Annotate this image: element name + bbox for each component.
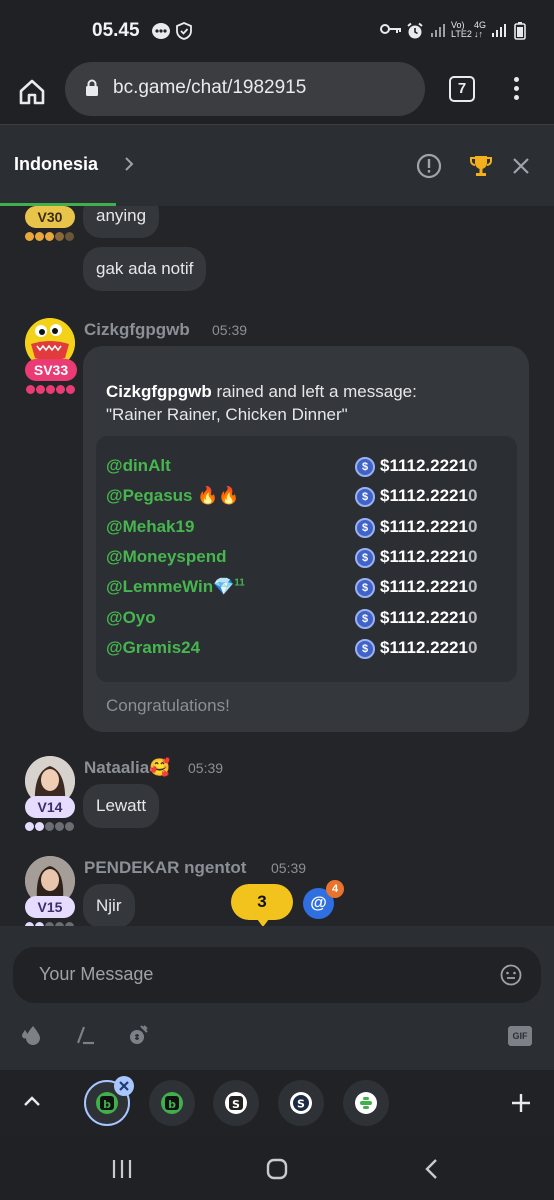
coin-icon: $ (355, 639, 375, 659)
rain-recipient-list: @dinAlt $ $1112.22210 @Pegasus 🔥🔥 $ $111… (96, 436, 517, 682)
rain-quote: "Rainer Rainer, Chicken Dinner" (106, 405, 348, 424)
status-time: 05.45 (92, 20, 140, 41)
tab-switcher-button[interactable]: 7 (449, 76, 475, 102)
coin-icon: $ (355, 457, 375, 477)
recipient-name[interactable]: @LemmeWin💎11 (106, 577, 245, 597)
recipient-name[interactable]: @Moneyspend (106, 547, 226, 567)
username[interactable]: Cizkgfgpgwb (84, 320, 190, 340)
list-item: @Gramis24 $ $1112.22210 (106, 638, 478, 659)
coin-icon: $ (355, 487, 375, 507)
chevron-right-icon[interactable] (123, 155, 135, 179)
trophy-icon[interactable] (468, 153, 494, 184)
room-icon[interactable]: S (278, 1080, 324, 1126)
room-icon[interactable] (343, 1080, 389, 1126)
unread-messages-badge[interactable]: 3 (231, 884, 293, 926)
list-item: @Moneyspend $ $1112.22210 (106, 547, 478, 568)
recipient-name[interactable]: @Oyo (106, 608, 156, 628)
lock-icon (85, 79, 99, 97)
signal-strength-icon (491, 22, 509, 43)
mention-count-badge: 4 (326, 880, 344, 898)
message-time: 05:39 (188, 760, 224, 776)
network-type-label: 4G ↓↑ (474, 20, 487, 39)
address-bar[interactable]: bc.game/chat/1982915 (65, 62, 425, 116)
message-bubble: Lewatt (83, 784, 160, 828)
vip-level-dots (25, 232, 74, 242)
chat-room-switcher: b b S S (0, 1070, 554, 1136)
rain-author[interactable]: Cizkgfgpgwb (106, 382, 212, 401)
vip-level-dots (25, 822, 74, 832)
message-time: 05:39 (212, 322, 248, 338)
chevron-up-icon[interactable] (22, 1094, 42, 1113)
s-logo-icon: S (225, 1092, 247, 1114)
status-bar: 05.45 Vo) LTE2 4G ↓↑ (0, 0, 554, 62)
bc-logo-icon: b (161, 1092, 183, 1114)
rain-headline: Cizkgfgpgwb rained and left a message: "… (106, 382, 417, 424)
room-icon[interactable]: S (213, 1080, 259, 1126)
message-bubble: gak ada notif (83, 247, 207, 291)
coin-icon: $ (355, 578, 375, 598)
close-room-icon[interactable] (114, 1076, 134, 1096)
battery-icon (514, 22, 526, 45)
recent-apps-icon[interactable] (111, 1158, 133, 1185)
s-logo-icon: S (290, 1092, 312, 1114)
coin-icon: $ (355, 609, 375, 629)
username[interactable]: PENDEKAR ngentot (84, 858, 246, 878)
url-text: bc.game/chat/1982915 (113, 77, 307, 98)
shield-icon (176, 22, 192, 45)
vip-badge: SV33 (25, 359, 77, 381)
rain-footer: Congratulations! (106, 696, 230, 715)
home-nav-icon[interactable] (266, 1158, 288, 1185)
room-icon[interactable]: b (149, 1080, 195, 1126)
browser-toolbar: bc.game/chat/1982915 7 (0, 62, 554, 124)
message-input[interactable]: Your Message (13, 947, 541, 1003)
info-icon[interactable] (416, 153, 442, 184)
message-composer: Your Message GIF (0, 926, 554, 1070)
signal-icon (430, 22, 448, 43)
recipient-name[interactable]: @Gramis24 (106, 638, 200, 658)
username[interactable]: Nataalia🥰 (84, 758, 170, 778)
message-input-placeholder: Your Message (39, 964, 154, 984)
close-icon[interactable] (512, 157, 530, 180)
system-navigation-bar (0, 1136, 554, 1200)
gif-button[interactable]: GIF (508, 1026, 532, 1046)
coin-icon: $ (355, 518, 375, 538)
rain-icon[interactable] (21, 1024, 43, 1046)
recipient-name[interactable]: @Pegasus 🔥🔥 (106, 486, 240, 506)
rain-message-card: Cizkgfgpgwb rained and left a message: "… (83, 346, 529, 732)
vip-badge: V15 (25, 896, 75, 918)
recipient-name[interactable]: @Mehak19 (106, 517, 194, 537)
emoji-icon[interactable] (500, 964, 522, 986)
svg-text:S: S (297, 1098, 305, 1111)
volte-label: Vo) LTE2 (451, 20, 472, 39)
vip-level-dots (26, 385, 75, 395)
message-bubble: Njir (83, 884, 135, 926)
alarm-icon (406, 22, 424, 45)
message-bubble: anying (83, 206, 160, 238)
chat-bubble-icon (151, 22, 171, 45)
list-item: @Mehak19 $ $1112.22210 (106, 517, 478, 538)
chat-header: Indonesia (0, 124, 554, 206)
chat-message-list[interactable]: V30 anying gak ada notif SV33 Cizkgfgpgw… (0, 206, 554, 926)
vip-badge: V30 (25, 206, 75, 228)
command-slash-icon[interactable] (75, 1024, 97, 1046)
list-item: @Pegasus 🔥🔥 $ $1112.22210 (106, 486, 478, 507)
key-icon (380, 22, 402, 41)
vip-badge: V14 (25, 796, 75, 818)
message-time: 05:39 (271, 860, 307, 876)
svg-text:b: b (168, 1098, 176, 1111)
add-room-icon[interactable] (510, 1092, 532, 1119)
list-item: @LemmeWin💎11 $ $1112.22210 (106, 577, 478, 598)
list-item: @Oyo $ $1112.22210 (106, 608, 478, 629)
coin-icon: $ (355, 548, 375, 568)
green-logo-icon (355, 1092, 377, 1114)
recipient-name[interactable]: @dinAlt (106, 456, 171, 476)
home-icon[interactable] (14, 74, 50, 110)
overflow-menu-icon[interactable] (506, 74, 526, 104)
coindrop-icon[interactable] (127, 1024, 149, 1046)
svg-text:b: b (103, 1098, 111, 1111)
svg-text:S: S (232, 1098, 240, 1111)
back-icon[interactable] (424, 1158, 440, 1185)
room-name[interactable]: Indonesia (14, 154, 98, 175)
list-item: @dinAlt $ $1112.22210 (106, 456, 478, 477)
